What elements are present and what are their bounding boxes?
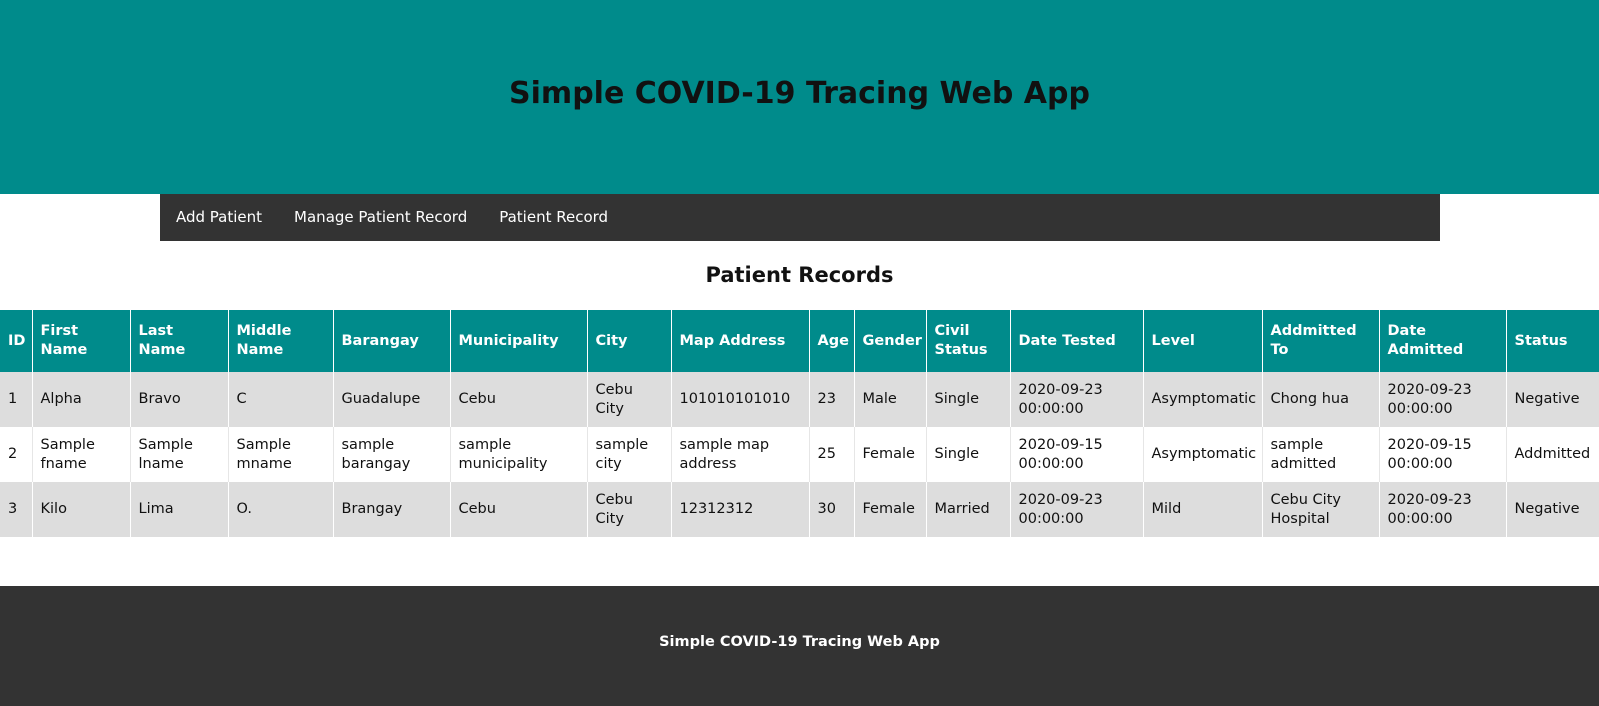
top-navbar: Add Patient Manage Patient Record Patien… [160, 194, 1440, 241]
table-cell: Bravo [130, 372, 229, 427]
table-cell: Cebu City Hospital [1262, 482, 1380, 537]
table-cell: Asymptomatic [1143, 427, 1263, 482]
table-cell: 25 [809, 427, 855, 482]
table-cell: sample barangay [333, 427, 451, 482]
table-cell: Brangay [333, 482, 451, 537]
table-row: 2 Sample fname Sample lname Sample mname… [0, 427, 1599, 482]
column-header: Age [809, 310, 855, 372]
table-cell: sample map address [671, 427, 810, 482]
column-header: First Name [32, 310, 131, 372]
table-cell: 1 [0, 372, 33, 427]
table-cell: Single [926, 427, 1011, 482]
table-cell: 2 [0, 427, 33, 482]
column-header: Addmitted To [1262, 310, 1380, 372]
table-cell: Single [926, 372, 1011, 427]
table-cell: 101010101010 [671, 372, 810, 427]
table-cell: Guadalupe [333, 372, 451, 427]
column-header: Barangay [333, 310, 451, 372]
table-cell: Lima [130, 482, 229, 537]
table-cell: Sample fname [32, 427, 131, 482]
column-header: City [587, 310, 672, 372]
column-header: Level [1143, 310, 1263, 372]
table-cell: 2020-09-23 00:00:00 [1010, 482, 1144, 537]
table-cell: Negative [1506, 482, 1599, 537]
table-cell: 2020-09-15 00:00:00 [1010, 427, 1144, 482]
patient-records-table: ID First Name Last Name Middle Name Bara… [0, 310, 1599, 537]
column-header: Date Admitted [1379, 310, 1507, 372]
table-cell: 30 [809, 482, 855, 537]
table-cell: 2020-09-23 00:00:00 [1010, 372, 1144, 427]
table-cell: Cebu City [587, 482, 672, 537]
column-header: Date Tested [1010, 310, 1144, 372]
table-cell: sample municipality [450, 427, 588, 482]
table-cell: O. [228, 482, 334, 537]
column-header: Municipality [450, 310, 588, 372]
table-cell: Alpha [32, 372, 131, 427]
table-cell: Cebu [450, 482, 588, 537]
table-cell: Kilo [32, 482, 131, 537]
column-header: Civil Status [926, 310, 1011, 372]
table-cell: 3 [0, 482, 33, 537]
table-cell: Asymptomatic [1143, 372, 1263, 427]
table-cell: Female [854, 427, 927, 482]
column-header: Status [1506, 310, 1599, 372]
table-cell: sample city [587, 427, 672, 482]
table-cell: 23 [809, 372, 855, 427]
table-cell: sample admitted [1262, 427, 1380, 482]
table-cell: Female [854, 482, 927, 537]
table-cell: Sample mname [228, 427, 334, 482]
column-header: ID [0, 310, 33, 372]
table-cell: Negative [1506, 372, 1599, 427]
table-cell: Sample lname [130, 427, 229, 482]
table-cell: C [228, 372, 334, 427]
column-header: Middle Name [228, 310, 334, 372]
table-cell: Chong hua [1262, 372, 1380, 427]
nav-manage-patient-record[interactable]: Manage Patient Record [278, 194, 483, 241]
table-cell: 2020-09-15 00:00:00 [1379, 427, 1507, 482]
table-row: 3 Kilo Lima O. Brangay Cebu Cebu City 12… [0, 482, 1599, 537]
table-cell: 12312312 [671, 482, 810, 537]
table-cell: Addmitted [1506, 427, 1599, 482]
page-footer: Simple COVID-19 Tracing Web App [0, 586, 1599, 706]
column-header: Gender [854, 310, 927, 372]
nav-patient-record[interactable]: Patient Record [483, 194, 624, 241]
app-title: Simple COVID-19 Tracing Web App [509, 76, 1090, 111]
table-cell: 2020-09-23 00:00:00 [1379, 482, 1507, 537]
table-cell: Cebu City [587, 372, 672, 427]
table-cell: Mild [1143, 482, 1263, 537]
footer-text: Simple COVID-19 Tracing Web App [659, 634, 940, 650]
table-cell: Male [854, 372, 927, 427]
table-cell: 2020-09-23 00:00:00 [1379, 372, 1507, 427]
table-header-row: ID First Name Last Name Middle Name Bara… [0, 310, 1599, 372]
section-title: Patient Records [705, 263, 894, 287]
table-cell: Cebu [450, 372, 588, 427]
table-cell: Married [926, 482, 1011, 537]
page-header: Simple COVID-19 Tracing Web App [0, 0, 1599, 194]
column-header: Last Name [130, 310, 229, 372]
nav-add-patient[interactable]: Add Patient [160, 194, 278, 241]
column-header: Map Address [671, 310, 810, 372]
table-row: 1 Alpha Bravo C Guadalupe Cebu Cebu City… [0, 372, 1599, 427]
